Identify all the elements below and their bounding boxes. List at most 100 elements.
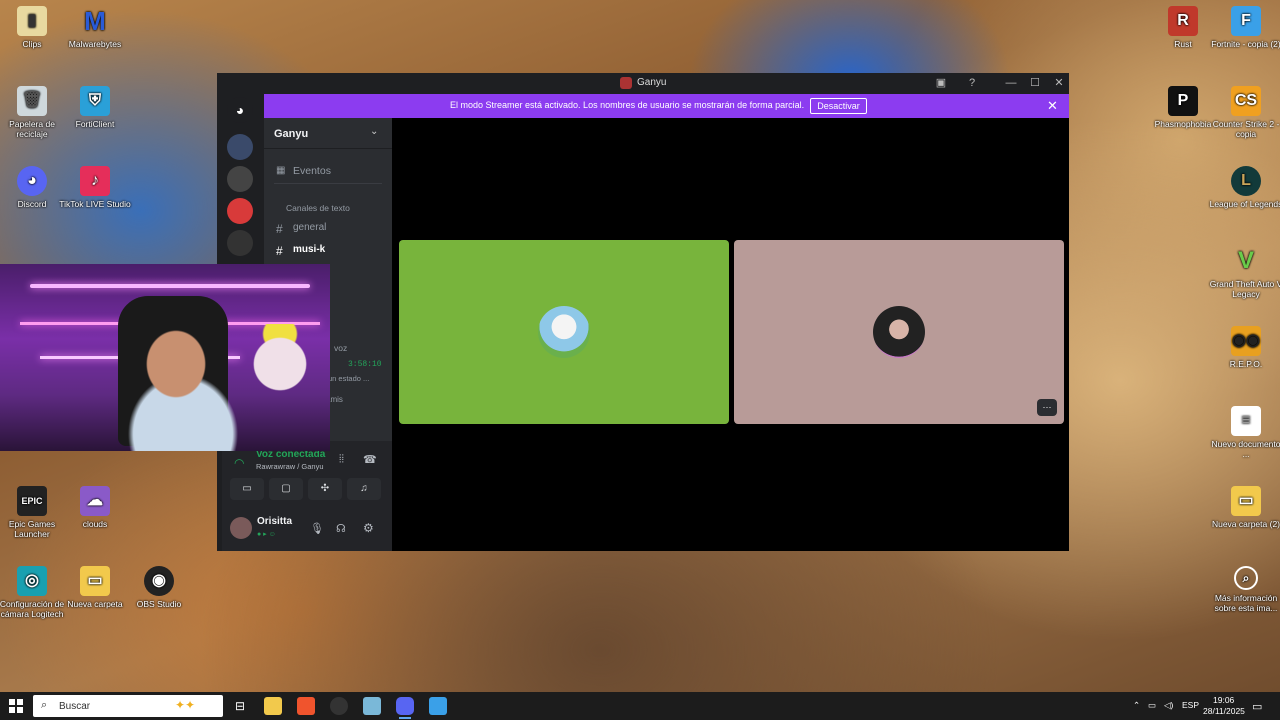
plush-toy xyxy=(250,324,320,414)
help-icon[interactable]: ? xyxy=(964,76,980,90)
server-name[interactable]: Ganyu xyxy=(274,128,308,140)
clips-icon: ▮ xyxy=(17,6,47,36)
status-hint: un estado ... xyxy=(328,374,370,383)
noise-suppression-icon[interactable]: ⦙⦙ xyxy=(339,453,344,466)
phasmophobia-icon: P xyxy=(1168,86,1198,116)
clock-time[interactable]: 19:06 xyxy=(1213,695,1234,705)
headphones-icon[interactable]: ☊ xyxy=(336,522,346,535)
settings-gear-icon[interactable]: ⚙ xyxy=(363,521,374,535)
streamer-person xyxy=(128,324,238,451)
counter-strike-icon: CS xyxy=(1231,86,1261,116)
minimize-button[interactable]: — xyxy=(1003,76,1019,90)
video-tile-user-1[interactable] xyxy=(399,240,729,424)
disconnect-icon[interactable]: ☎ xyxy=(363,453,377,466)
voice-stage: ··· xyxy=(392,118,1069,551)
activities-button[interactable]: ✣ xyxy=(308,478,342,500)
status-icons: ● ▸ ☺ xyxy=(257,531,276,538)
server-item[interactable] xyxy=(227,230,253,256)
network-icon[interactable]: ▭ xyxy=(1148,700,1156,711)
category-text-channels[interactable]: Canales de texto xyxy=(286,203,350,213)
chevron-down-icon[interactable]: ⌄ xyxy=(370,126,378,137)
user-panel: Orisitta ● ▸ ☺ 🎙 ☊ ⚙ xyxy=(222,511,392,551)
discord-taskbar-icon[interactable] xyxy=(396,697,414,715)
close-button[interactable]: ✕ xyxy=(1051,76,1067,90)
username[interactable]: Orisitta xyxy=(257,516,292,527)
user-2-avatar xyxy=(873,306,925,358)
desktop-icon-repo[interactable]: ◉◉ R.E.P.O. xyxy=(1208,326,1280,369)
channel-hash-icon: # xyxy=(276,244,283,258)
video-tile-user-2[interactable]: ··· xyxy=(734,240,1064,424)
desktop-icon-gta[interactable]: V Grand Theft Auto V Legacy xyxy=(1208,246,1280,300)
more-options-button[interactable]: ··· xyxy=(1037,399,1057,416)
brave-icon[interactable] xyxy=(297,697,315,715)
language-indicator[interactable]: ESP xyxy=(1182,700,1199,710)
fortnite-icon: F xyxy=(1231,6,1261,36)
channel-hash-icon: # xyxy=(276,222,283,236)
events-link[interactable]: Eventos xyxy=(293,165,331,177)
webcam-overlay xyxy=(0,264,330,451)
soundboard-button[interactable]: ♫ xyxy=(347,478,381,500)
discord-home-icon[interactable]: ◕ xyxy=(227,97,253,123)
voice-panel: ◠ Voz conectada Rawrawraw / Ganyu ⦙⦙ ☎ ▭… xyxy=(222,441,392,511)
desktop-icon-malwarebytes[interactable]: M Malwarebytes xyxy=(57,6,133,49)
start-button[interactable] xyxy=(9,699,23,713)
deactivate-button[interactable]: Desactivar xyxy=(810,98,867,114)
signal-icon: ◠ xyxy=(234,456,245,470)
calendar-icon: ▦ xyxy=(276,165,286,176)
desktop-icon-tiktok-live[interactable]: ♪ TikTok LIVE Studio xyxy=(57,166,133,209)
task-view-icon[interactable]: ⊟ xyxy=(231,697,249,715)
desktop-icon-nueva-carpeta-2[interactable]: ▭ Nueva carpeta (2) xyxy=(1208,486,1280,529)
desktop-icon-league[interactable]: L League of Legends xyxy=(1208,166,1280,209)
taskbar: ⌕ Buscar ✦✦ ⊟ ⌃ ▭ ◁) ESP 19:06 28/11/202… xyxy=(0,692,1280,720)
maximize-button[interactable]: ☐ xyxy=(1027,76,1043,90)
desktop-icon-clouds[interactable]: ☁ clouds xyxy=(57,486,133,529)
server-item[interactable] xyxy=(227,134,253,160)
notifications-icon[interactable]: ▭ xyxy=(1252,700,1262,713)
voice-location[interactable]: Rawrawraw / Ganyu xyxy=(256,462,324,471)
microphone-icon[interactable]: 🎙 xyxy=(310,522,324,535)
channel-musi-k[interactable]: musi-k xyxy=(293,244,325,255)
repo-icon: ◉◉ xyxy=(1231,326,1261,356)
neon-light-strip xyxy=(30,284,310,288)
app-taskbar-icon[interactable] xyxy=(363,697,381,715)
server-item[interactable] xyxy=(227,166,253,192)
desktop-icon-nuevo-documento[interactable]: ≡ Nuevo documento ... xyxy=(1208,406,1280,459)
category-voice[interactable]: voz xyxy=(334,343,347,353)
streamer-mode-banner: El modo Streamer está activado. Los nomb… xyxy=(264,94,1069,118)
clock-date[interactable]: 28/11/2025 xyxy=(1203,706,1245,716)
document-icon: ≡ xyxy=(1231,406,1261,436)
desktop-icon-mas-informacion[interactable]: ⌕ Más información sobre esta ima... xyxy=(1208,566,1280,613)
channel-general[interactable]: general xyxy=(293,222,326,233)
search-highlight-icon: ✦✦ xyxy=(175,698,196,712)
volume-icon[interactable]: ◁) xyxy=(1164,700,1173,711)
search-input[interactable]: Buscar xyxy=(59,701,90,712)
desktop-icon-counter-strike[interactable]: CS Counter Strike 2 - copia xyxy=(1208,86,1280,139)
banner-close-icon[interactable]: ✕ xyxy=(1047,98,1058,114)
desktop-icon-obs[interactable]: ◉ OBS Studio xyxy=(121,566,197,609)
clouds-icon: ☁ xyxy=(80,486,110,516)
camera-toggle-button[interactable]: ▭ xyxy=(230,478,264,500)
inbox-icon[interactable]: ▣ xyxy=(933,76,949,90)
recycle-bin-icon: 🗑 xyxy=(17,86,47,116)
screen-share-button[interactable]: ▢ xyxy=(269,478,303,500)
user-1-avatar xyxy=(538,306,590,358)
server-item[interactable] xyxy=(227,198,253,224)
search-box[interactable]: ⌕ Buscar ✦✦ xyxy=(33,695,223,717)
folder-icon: ▭ xyxy=(1231,486,1261,516)
file-explorer-icon[interactable] xyxy=(264,697,282,715)
windows-logo-icon xyxy=(9,699,23,713)
malwarebytes-icon: M xyxy=(84,6,106,36)
chevron-up-icon[interactable]: ⌃ xyxy=(1133,700,1140,711)
logitech-camera-icon: ◎ xyxy=(17,566,47,596)
desktop-icon-forticlient[interactable]: ⛨ FortiClient xyxy=(57,86,133,129)
divider xyxy=(274,183,382,184)
obs-taskbar-icon[interactable] xyxy=(330,697,348,715)
tiktok-icon: ♪ xyxy=(80,166,110,196)
avatar[interactable] xyxy=(230,517,252,539)
desktop-icon-fortnite[interactable]: F Fortnite - copia (2) xyxy=(1208,6,1280,49)
obs-icon: ◉ xyxy=(144,566,174,596)
info-icon: ⌕ xyxy=(1234,566,1258,590)
fortnite-taskbar-icon[interactable] xyxy=(429,697,447,715)
divider xyxy=(264,148,392,149)
epic-games-icon: EPIC xyxy=(17,486,47,516)
